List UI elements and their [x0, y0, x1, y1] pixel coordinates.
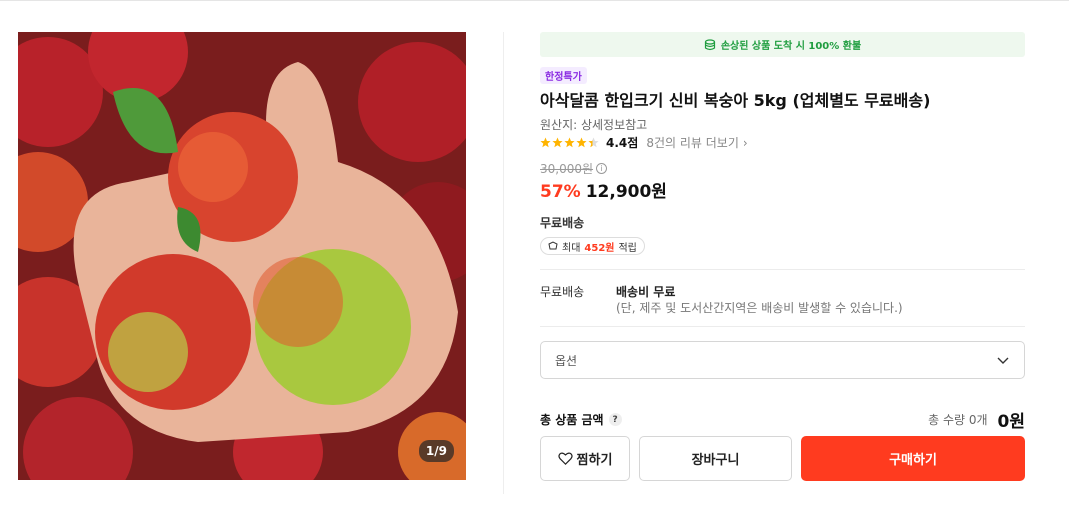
original-price: 30,000원: [540, 162, 594, 176]
option-placeholder: 옵션: [555, 353, 578, 368]
total-label: 총 상품 금액: [540, 413, 604, 427]
half-star-icon: [588, 137, 599, 148]
total-label-group: 총 상품 금액 ?: [540, 411, 622, 428]
product-image-gallery[interactable]: 1/9: [18, 32, 466, 480]
action-buttons: 찜하기 장바구니 구매하기: [540, 436, 1025, 481]
points-prefix: 최대: [562, 242, 581, 254]
points-suffix: 적립: [618, 242, 637, 254]
star-icon: [576, 137, 587, 148]
wishlist-button[interactable]: 찜하기: [540, 436, 630, 481]
vertical-divider: [503, 32, 504, 494]
shipping-key: 무료배송: [540, 285, 585, 299]
coin-icon: [704, 38, 715, 50]
total-quantity: 총 수량 0개: [928, 413, 988, 427]
shipping-label: 무료배송: [540, 216, 585, 230]
limited-deal-badge: 한정특가: [540, 67, 587, 84]
product-info-panel: 손상된 상품 도착 시 100% 환불 한정특가 아삭달콤 한입크기 신비 복숭…: [540, 32, 1025, 481]
chevron-right-icon[interactable]: ›: [743, 136, 748, 150]
product-title: 아삭달콤 한입크기 신비 복숭아 5kg (업체별도 무료배송): [540, 91, 931, 110]
wishlist-label: 찜하기: [576, 453, 613, 468]
refund-notice-text: 손상된 상품 도착 시 100% 환불: [720, 41, 862, 52]
total-value-group: 총 수량 0개 0원: [928, 407, 1025, 432]
chevron-down-icon: [997, 357, 1009, 364]
add-to-cart-button[interactable]: 장바구니: [639, 436, 792, 481]
product-photo: [18, 32, 466, 480]
info-icon[interactable]: i: [596, 163, 608, 174]
buy-now-button[interactable]: 구매하기: [801, 436, 1025, 481]
rating-row: 4.4점 8건의 리뷰 더보기 ›: [540, 134, 748, 151]
star-icon: [564, 137, 575, 148]
star-icon: [552, 137, 563, 148]
refund-notice-bar: 손상된 상품 도착 시 100% 환불: [540, 32, 1025, 57]
star-icon: [540, 137, 551, 148]
discount-rate: 57%: [540, 182, 581, 202]
reviews-link[interactable]: 8건의 리뷰 더보기: [646, 134, 739, 151]
star-rating: [540, 137, 599, 148]
shipping-note: (단, 제주 및 도서산간지역은 배송비 발생할 수 있습니다.): [616, 301, 903, 315]
shipping-fee: 배송비 무료: [616, 285, 676, 299]
points-badge: 최대 452원 적립: [540, 237, 645, 255]
option-select[interactable]: 옵션: [540, 341, 1025, 379]
sale-price: 12,900원: [585, 182, 667, 202]
total-row: 총 상품 금액 ? 총 수량 0개 0원: [540, 407, 1025, 432]
points-amount: 452원: [584, 242, 615, 254]
origin-info: 원산지: 상세정보참고: [540, 118, 648, 132]
heart-icon: [557, 452, 573, 465]
total-amount: 0원: [997, 412, 1025, 432]
divider: [540, 326, 1025, 327]
coupon-icon: [548, 241, 558, 250]
price-row: 57% 12,900원: [540, 177, 667, 202]
help-icon[interactable]: ?: [608, 413, 622, 426]
top-border: [0, 0, 1069, 1]
divider: [540, 269, 1025, 270]
image-counter: 1/9: [418, 440, 454, 462]
original-price-row: 30,000원 i: [540, 160, 608, 177]
rating-score: 4.4점: [606, 136, 639, 150]
